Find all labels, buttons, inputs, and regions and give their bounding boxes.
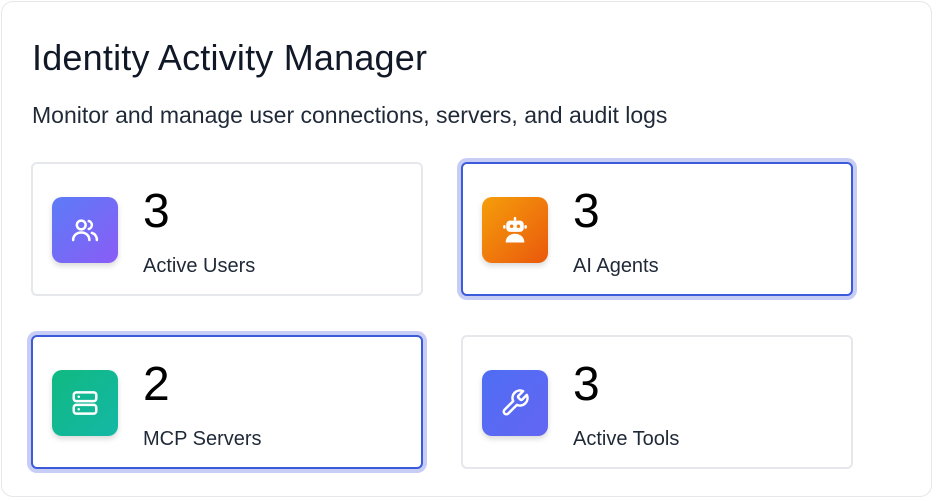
stat-count: 3 [573, 358, 600, 411]
stat-card-ai-agents[interactable]: 3 AI Agents [461, 162, 853, 296]
stat-card-mcp-servers[interactable]: 2 MCP Servers [31, 335, 423, 469]
server-icon [52, 370, 118, 436]
page-title: Identity Activity Manager [32, 37, 428, 78]
stat-count: 2 [143, 358, 170, 411]
users-icon [52, 197, 118, 263]
stat-card-active-users[interactable]: 3 Active Users [31, 162, 423, 296]
stat-label: Active Tools [573, 428, 680, 450]
stat-label: Active Users [143, 255, 256, 277]
page-subtitle: Monitor and manage user connections, ser… [32, 102, 668, 128]
wrench-icon [482, 370, 548, 436]
stat-label: AI Agents [573, 255, 659, 277]
stat-count: 3 [573, 185, 600, 238]
stat-label: MCP Servers [143, 428, 262, 450]
stat-card-active-tools[interactable]: 3 Active Tools [461, 335, 853, 469]
robot-icon [482, 197, 548, 263]
stat-count: 3 [143, 185, 170, 238]
